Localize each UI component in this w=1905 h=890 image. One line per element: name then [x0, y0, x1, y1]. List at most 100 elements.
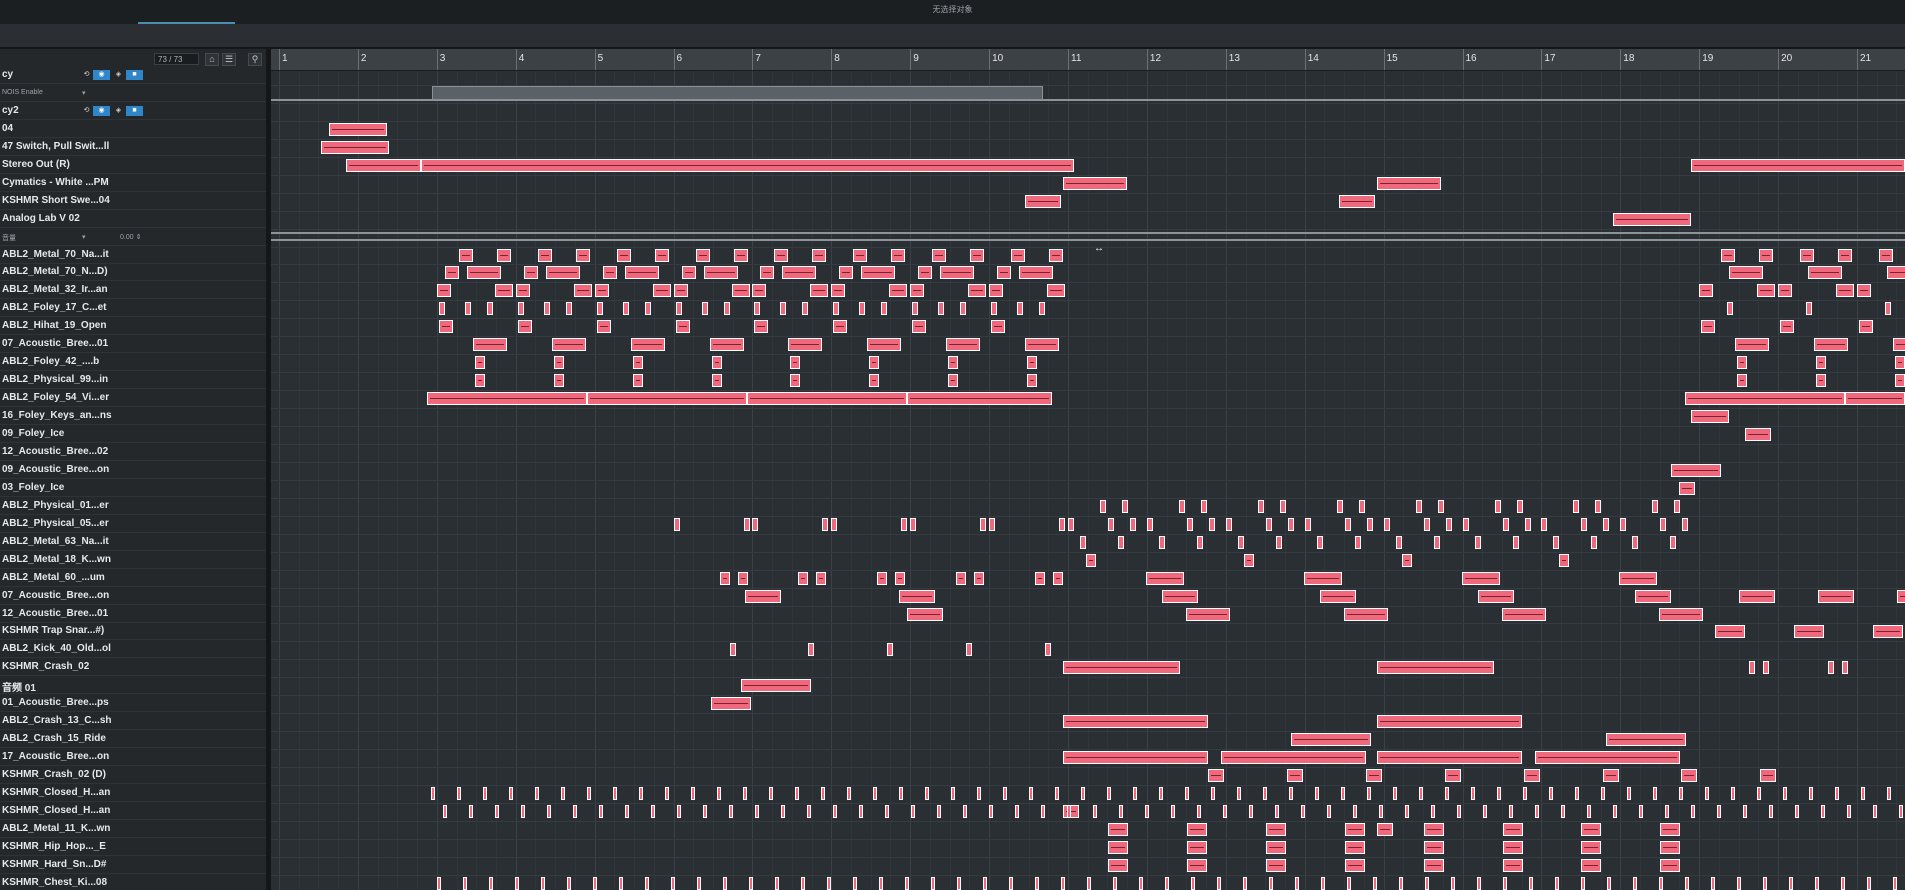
- audio-event[interactable]: [833, 320, 848, 334]
- audio-event[interactable]: [1873, 804, 1877, 818]
- audio-event[interactable]: [1185, 787, 1189, 800]
- track-row[interactable]: 47 Switch, Pull Swit...ll: [0, 139, 266, 156]
- audio-event[interactable]: [1735, 338, 1770, 352]
- track-row[interactable]: KSHMR Short Swe...04: [0, 193, 266, 210]
- audio-event[interactable]: [1445, 787, 1449, 800]
- audio-event[interactable]: [1899, 804, 1903, 818]
- audio-event[interactable]: [1011, 248, 1026, 262]
- audio-event[interactable]: [329, 122, 387, 136]
- audio-event[interactable]: [1223, 804, 1227, 818]
- audio-event[interactable]: [1717, 804, 1721, 818]
- audio-event[interactable]: [1836, 284, 1855, 298]
- bar-marker[interactable]: 15: [1383, 49, 1398, 70]
- bar-marker[interactable]: 21: [1857, 49, 1871, 70]
- audio-event[interactable]: [1887, 266, 1905, 280]
- audio-event[interactable]: [1275, 804, 1279, 818]
- audio-event[interactable]: [1399, 876, 1403, 890]
- read-icon[interactable]: ◉: [93, 105, 110, 116]
- audio-event[interactable]: [1301, 804, 1305, 818]
- bar-marker[interactable]: 16: [1462, 49, 1477, 70]
- audio-event[interactable]: [594, 284, 609, 298]
- audio-event[interactable]: [599, 804, 603, 818]
- audio-event[interactable]: [1895, 356, 1905, 370]
- audio-event[interactable]: [1745, 428, 1771, 441]
- audio-event[interactable]: [438, 302, 445, 316]
- audio-event[interactable]: [1225, 517, 1232, 531]
- audio-event[interactable]: [1679, 787, 1683, 800]
- track-row[interactable]: 音量 0.00 ⇕ ▾: [0, 229, 266, 246]
- track-row[interactable]: Cymatics - White ...PM: [0, 175, 266, 192]
- audio-event[interactable]: [1208, 517, 1215, 531]
- audio-event[interactable]: [675, 320, 690, 334]
- audio-event[interactable]: [1081, 787, 1085, 800]
- audio-event[interactable]: [891, 248, 906, 262]
- audio-event[interactable]: [873, 787, 877, 800]
- audio-event[interactable]: [587, 392, 747, 406]
- track-row[interactable]: NOIS Enable ▾: [0, 85, 266, 102]
- audio-event[interactable]: [1208, 769, 1224, 783]
- audio-event[interactable]: [1291, 733, 1371, 747]
- audio-event[interactable]: [899, 589, 935, 603]
- audio-event[interactable]: [472, 338, 507, 352]
- audio-event[interactable]: [1670, 535, 1677, 549]
- audio-event[interactable]: [1377, 176, 1441, 190]
- audio-event[interactable]: [1118, 535, 1124, 549]
- audio-event[interactable]: [781, 804, 785, 818]
- audio-event[interactable]: [1107, 787, 1111, 800]
- audio-event[interactable]: [839, 266, 854, 280]
- bar-marker[interactable]: 12: [1146, 49, 1161, 70]
- audio-event[interactable]: [1660, 858, 1681, 872]
- bar-marker[interactable]: 18: [1620, 49, 1634, 70]
- audio-event[interactable]: [1818, 589, 1855, 603]
- audio-event[interactable]: [701, 302, 708, 316]
- audio-event[interactable]: [1847, 804, 1851, 818]
- audio-event[interactable]: [1778, 284, 1793, 298]
- audio-event[interactable]: [1093, 804, 1097, 818]
- audio-event[interactable]: [1419, 787, 1423, 800]
- audio-event[interactable]: [1633, 876, 1637, 890]
- audio-event[interactable]: [1366, 517, 1373, 531]
- audio-event[interactable]: [966, 643, 973, 657]
- audio-event[interactable]: [867, 338, 902, 352]
- audio-event[interactable]: [515, 876, 519, 890]
- audio-event[interactable]: [593, 876, 597, 890]
- audio-event[interactable]: [1315, 787, 1319, 800]
- audio-event[interactable]: [1821, 804, 1825, 818]
- audio-event[interactable]: [1691, 410, 1729, 424]
- audio-event[interactable]: [1691, 158, 1905, 172]
- audio-event[interactable]: [733, 248, 748, 262]
- audio-event[interactable]: [1757, 284, 1776, 298]
- audio-event[interactable]: [774, 248, 789, 262]
- audio-event[interactable]: [463, 876, 467, 890]
- audio-event[interactable]: [1759, 248, 1774, 262]
- audio-event[interactable]: [980, 517, 987, 531]
- audio-event[interactable]: [1113, 876, 1117, 890]
- audio-event[interactable]: [1130, 517, 1136, 531]
- audio-event[interactable]: [613, 787, 617, 800]
- audio-event[interactable]: [587, 787, 591, 800]
- audio-event[interactable]: [1221, 751, 1366, 765]
- track-row[interactable]: KSHMR_Crash_02 (D): [0, 767, 266, 785]
- audio-event[interactable]: [1780, 320, 1795, 334]
- audio-event[interactable]: [948, 374, 959, 388]
- audio-event[interactable]: [1632, 535, 1639, 549]
- audio-event[interactable]: [1795, 804, 1799, 818]
- audio-event[interactable]: [1423, 840, 1444, 854]
- audio-event[interactable]: [1067, 804, 1071, 818]
- track-row[interactable]: ABL2_Foley_17_C...et: [0, 300, 266, 318]
- audio-event[interactable]: [1269, 876, 1273, 890]
- audio-event[interactable]: [1763, 876, 1767, 890]
- audio-event[interactable]: [596, 302, 603, 316]
- audio-event[interactable]: [489, 876, 493, 890]
- record-icon[interactable]: ■: [126, 70, 143, 80]
- audio-event[interactable]: [639, 787, 643, 800]
- audio-event[interactable]: [1108, 840, 1128, 854]
- track-row[interactable]: KSHMR_Closed_H...an: [0, 785, 266, 802]
- audio-event[interactable]: [1541, 517, 1548, 531]
- audio-event[interactable]: [1347, 876, 1351, 890]
- audio-event[interactable]: [755, 804, 759, 818]
- track-row[interactable]: 07_Acoustic_Bree...01: [0, 336, 266, 354]
- audio-event[interactable]: [1559, 553, 1570, 567]
- track-row[interactable]: ABL2_Crash_15_Ride: [0, 731, 266, 749]
- audio-event[interactable]: [1873, 625, 1903, 639]
